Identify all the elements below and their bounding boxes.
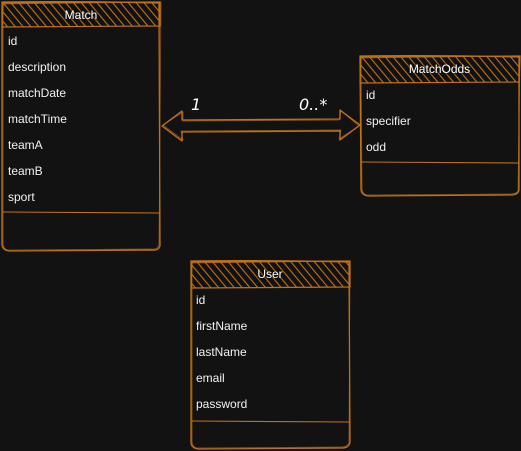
matchodds-field-odd: odd [366,140,387,154]
user-entity: User id firstName lastName email passwor… [190,261,350,449]
match-field-teamb: teamB [8,164,43,178]
relation-arrow [161,109,361,142]
match-field-matchdate: matchDate [8,86,67,100]
match-entity: Match id description matchDate matchTime… [2,2,160,251]
relation-label-many: 0..* [299,95,328,114]
match-field-matchtime: matchTime [8,112,67,126]
user-field-id: id [196,293,206,307]
matchodds-entity-title: MatchOdds [408,62,471,76]
match-field-sport: sport [8,190,35,204]
user-field-password: password [196,397,248,411]
user-field-firstname: firstName [196,319,248,333]
user-field-lastname: lastName [196,345,247,359]
matchodds-entity: MatchOdds id specifier odd [360,56,519,196]
match-field-description: description [8,60,67,74]
user-field-email: email [196,371,225,385]
match-entity-title: Match [64,8,98,22]
user-entity-title: User [257,267,283,281]
relation-label-one: 1 [191,95,202,114]
match-field-id: id [8,34,18,48]
matchodds-field-specifier: specifier [366,114,411,128]
matchodds-field-id: id [366,88,376,102]
match-field-teama: teamA [8,138,43,152]
